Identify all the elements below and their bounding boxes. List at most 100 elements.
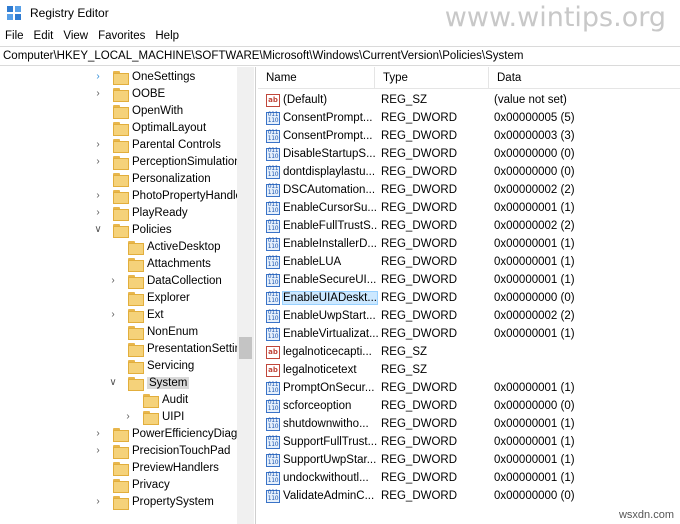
binary-value-icon: 011 110 xyxy=(266,129,280,143)
binary-value-icon: 011 110 xyxy=(266,165,280,179)
tree-item[interactable]: › DataCollection xyxy=(107,272,222,289)
value-row[interactable]: 011 110 scforceoption REG_DWORD 0x00000000 … xyxy=(258,397,680,415)
value-row[interactable]: 011 110 DSCAutomation... REG_DWORD 0x000000… xyxy=(258,181,680,199)
tree-item[interactable]: PresentationSetting xyxy=(107,340,247,357)
tree-item[interactable]: OptimalLayout xyxy=(92,119,206,136)
menu-edit[interactable]: Edit xyxy=(29,30,59,42)
chevron-right-icon[interactable]: › xyxy=(107,275,119,286)
value-row[interactable]: 011 110 EnableCursorSu... REG_DWORD 0x00000… xyxy=(258,199,680,217)
menu-view[interactable]: View xyxy=(58,30,93,42)
value-data: 0x00000001 (1) xyxy=(494,256,575,268)
value-type: REG_DWORD xyxy=(381,382,458,394)
tree-item[interactable]: Servicing xyxy=(107,357,194,374)
menu-favorites[interactable]: Favorites xyxy=(93,30,150,42)
value-row[interactable]: 011 110 EnableLUA REG_DWORD 0x00000001 (1) xyxy=(258,253,680,271)
tree-item[interactable]: OpenWith xyxy=(92,102,183,119)
tree-scrollbar[interactable] xyxy=(237,67,254,524)
value-name: SupportUwpStar... xyxy=(283,454,377,466)
value-row[interactable]: 011 110 shutdownwitho... REG_DWORD 0x000000… xyxy=(258,415,680,433)
value-type: REG_DWORD xyxy=(381,238,458,250)
folder-icon xyxy=(113,172,129,187)
value-type: REG_DWORD xyxy=(381,436,458,448)
chevron-right-icon[interactable]: › xyxy=(92,88,104,99)
folder-icon xyxy=(128,325,144,340)
tree-item[interactable]: PreviewHandlers xyxy=(92,459,219,476)
tree-item[interactable]: › PerceptionSimulationI xyxy=(92,153,244,170)
value-row[interactable]: 011 110 EnableInstallerD... REG_DWORD 0x000… xyxy=(258,235,680,253)
tree-item[interactable]: › OOBE xyxy=(92,85,165,102)
value-name: undockwithoutl... xyxy=(283,472,369,484)
tree-item[interactable]: › Parental Controls xyxy=(92,136,221,153)
value-row[interactable]: 011 110 EnableSecureUI... REG_DWORD 0x00000… xyxy=(258,271,680,289)
value-row[interactable]: 011 110 EnableUIADeskt... REG_DWORD 0x00000… xyxy=(258,289,680,307)
tree-item[interactable]: Audit xyxy=(122,391,188,408)
menu-help[interactable]: Help xyxy=(150,30,184,42)
value-row[interactable]: 011 110 SupportUwpStar... REG_DWORD 0x00000… xyxy=(258,451,680,469)
folder-icon xyxy=(113,104,129,119)
column-header-type[interactable]: Type xyxy=(375,67,489,89)
value-row[interactable]: ab legalnoticecapti... REG_SZ xyxy=(258,343,680,361)
tree-item[interactable]: Privacy xyxy=(92,476,170,493)
value-row[interactable]: 011 110 EnableUwpStart... REG_DWORD 0x00000… xyxy=(258,307,680,325)
value-row[interactable]: 011 110 ConsentPrompt... REG_DWORD 0x000000… xyxy=(258,127,680,145)
value-row[interactable]: 011 110 ValidateAdminC... REG_DWORD 0x00000… xyxy=(258,487,680,505)
value-row[interactable]: ab (Default) REG_SZ (value not set) xyxy=(258,91,680,109)
chevron-right-icon[interactable]: › xyxy=(122,411,134,422)
tree-item[interactable]: Attachments xyxy=(107,255,211,272)
tree-item[interactable]: ∨ Policies xyxy=(92,221,172,238)
chevron-right-icon[interactable]: › xyxy=(92,139,104,150)
value-type: REG_DWORD xyxy=(381,418,458,430)
value-row[interactable]: 011 110 ConsentPrompt... REG_DWORD 0x000000… xyxy=(258,109,680,127)
value-name: DisableStartupS... xyxy=(283,148,376,160)
chevron-right-icon[interactable]: › xyxy=(92,71,104,82)
tree-item[interactable]: › Ext xyxy=(107,306,164,323)
binary-value-icon: 011 110 xyxy=(266,471,280,485)
chevron-right-icon[interactable]: › xyxy=(92,156,104,167)
chevron-right-icon[interactable]: › xyxy=(92,207,104,218)
chevron-right-icon[interactable]: › xyxy=(92,496,104,507)
tree-item[interactable]: › PowerEfficiencyDiagn xyxy=(92,425,244,442)
column-header-name[interactable]: Name xyxy=(258,67,375,89)
chevron-down-icon[interactable]: ∨ xyxy=(107,377,119,388)
value-row[interactable]: 011 110 SupportFullTrust... REG_DWORD 0x000… xyxy=(258,433,680,451)
value-row[interactable]: 011 110 dontdisplaylastu... REG_DWORD 0x000… xyxy=(258,163,680,181)
folder-icon xyxy=(113,87,129,102)
binary-value-icon: 011 110 xyxy=(266,453,280,467)
value-type: REG_DWORD xyxy=(381,184,458,196)
value-type: REG_DWORD xyxy=(381,148,458,160)
value-row[interactable]: 011 110 undockwithoutl... REG_DWORD 0x00000… xyxy=(258,469,680,487)
value-row[interactable]: 011 110 DisableStartupS... REG_DWORD 0x0000… xyxy=(258,145,680,163)
folder-icon xyxy=(113,138,129,153)
tree-item[interactable]: › OneSettings xyxy=(92,68,195,85)
tree-item[interactable]: › PlayReady xyxy=(92,204,188,221)
tree-item[interactable]: › UIPI xyxy=(122,408,184,425)
tree-item[interactable]: › PhotoPropertyHandle xyxy=(92,187,242,204)
chevron-right-icon[interactable]: › xyxy=(107,309,119,320)
chevron-right-icon[interactable]: › xyxy=(92,428,104,439)
value-row[interactable]: 011 110 EnableFullTrustS... REG_DWORD 0x000… xyxy=(258,217,680,235)
column-header-data[interactable]: Data xyxy=(489,67,680,89)
value-type: REG_DWORD xyxy=(381,400,458,412)
value-row[interactable]: 011 110 EnableVirtualizat... REG_DWORD 0x00… xyxy=(258,325,680,343)
tree-item[interactable]: Explorer xyxy=(107,289,190,306)
tree-item[interactable]: › PrecisionTouchPad xyxy=(92,442,230,459)
chevron-down-icon[interactable]: ∨ xyxy=(92,224,104,235)
value-row[interactable]: ab legalnoticetext REG_SZ xyxy=(258,361,680,379)
tree-item[interactable]: NonEnum xyxy=(107,323,198,340)
tree-item[interactable]: Personalization xyxy=(92,170,211,187)
menu-file[interactable]: File xyxy=(0,30,29,42)
chevron-right-icon[interactable]: › xyxy=(92,445,104,456)
tree-item[interactable]: › PropertySystem xyxy=(92,493,214,510)
binary-value-icon: 011 110 xyxy=(266,147,280,161)
folder-icon xyxy=(113,121,129,136)
value-name: legalnoticecapti... xyxy=(283,346,372,358)
chevron-right-icon[interactable]: › xyxy=(92,190,104,201)
tree-item[interactable]: ∨ System xyxy=(107,374,190,391)
value-row[interactable]: 011 110 PromptOnSecur... REG_DWORD 0x000000… xyxy=(258,379,680,397)
scrollbar-thumb[interactable] xyxy=(239,337,252,359)
tree-item-label: DataCollection xyxy=(147,274,222,287)
value-data: 0x00000000 (0) xyxy=(494,292,575,304)
tree-item[interactable]: ActiveDesktop xyxy=(107,238,221,255)
address-bar[interactable]: Computer\HKEY_LOCAL_MACHINE\SOFTWARE\Mic… xyxy=(0,46,680,66)
binary-value-icon: 011 110 xyxy=(266,291,280,305)
